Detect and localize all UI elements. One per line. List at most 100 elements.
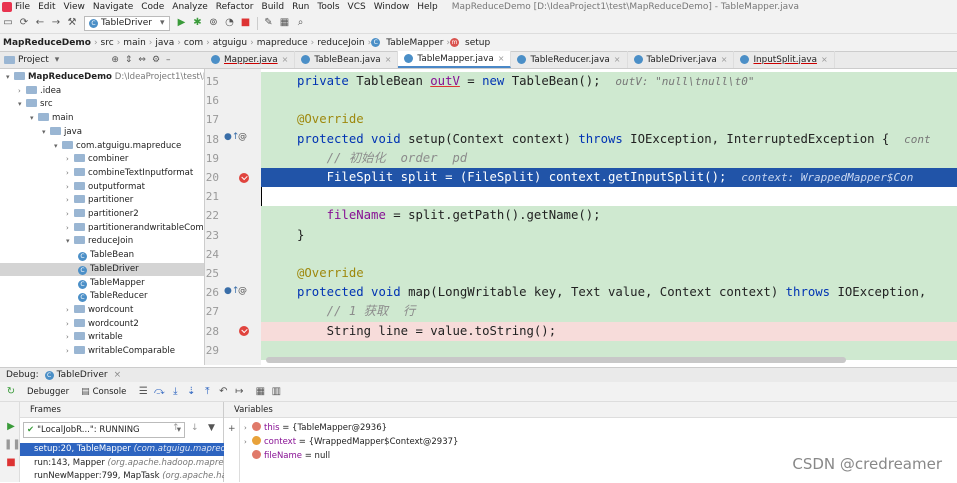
tree-item[interactable]: › partitioner	[0, 194, 133, 208]
stack-frame[interactable]: run:143, Mapper (org.apache.hadoop.mapre…	[20, 457, 234, 470]
thread-select[interactable]: ✔ "LocalJobR...": RUNNING ▾	[23, 422, 185, 438]
chevron-right-icon[interactable]: ›	[66, 345, 74, 359]
tree-item[interactable]: › writableComparable	[0, 345, 175, 359]
chevron-right-icon[interactable]: ›	[66, 181, 74, 195]
menu-run[interactable]: Run	[292, 2, 309, 12]
stack-frame[interactable]: setup:20, TableMapper (com.atguigu.mapre…	[20, 443, 241, 456]
stop-icon[interactable]: ■	[239, 16, 253, 30]
drop-frame-icon[interactable]: ↶	[216, 385, 230, 399]
tab-editor-file[interactable]: InputSplit.java ×	[734, 51, 835, 68]
chevron-right-icon[interactable]: ›	[244, 435, 252, 449]
save-all-icon[interactable]: ▭	[1, 16, 15, 30]
menu-refactor[interactable]: Refactor	[216, 2, 254, 12]
force-step-into-icon[interactable]: ⇣	[184, 385, 198, 399]
menu-code[interactable]: Code	[141, 2, 164, 12]
tab-editor-file[interactable]: TableDriver.java ×	[628, 51, 735, 68]
step-over-icon[interactable]: ⤼	[152, 385, 166, 399]
tree-item[interactable]: › .idea	[0, 85, 61, 99]
pause-icon[interactable]: ❚❚	[4, 438, 21, 452]
search-icon[interactable]: ⌕	[294, 16, 308, 30]
minimize-icon[interactable]: –	[166, 55, 171, 65]
tree-item[interactable]: ▾ src	[0, 98, 53, 112]
evaluate-icon[interactable]: ▦	[253, 385, 267, 399]
tree-item[interactable]: › wordcount2	[0, 318, 139, 332]
tab-editor-file[interactable]: TableReducer.java ×	[511, 51, 628, 68]
close-icon[interactable]: ×	[821, 55, 828, 64]
chevron-right-icon[interactable]: ›	[66, 167, 74, 181]
breadcrumb-tablemapper[interactable]: TableMapper	[386, 38, 443, 48]
menu-view[interactable]: View	[64, 2, 85, 12]
breadcrumb-com[interactable]: com	[184, 38, 203, 48]
breadcrumb-project[interactable]: MapReduceDemo	[3, 38, 91, 48]
locate-icon[interactable]: ⊕	[111, 55, 119, 65]
tree-item[interactable]: › writable	[0, 331, 123, 345]
chevron-right-icon[interactable]: ›	[66, 304, 74, 318]
run-to-cursor-icon[interactable]: ↦	[232, 385, 246, 399]
settings-wrench-icon[interactable]: ✎	[262, 16, 276, 30]
horizontal-scrollbar[interactable]	[266, 357, 846, 363]
run-icon[interactable]: ▶	[175, 16, 189, 30]
menu-file[interactable]: File	[15, 2, 30, 12]
tree-item[interactable]: ▾ reduceJoin	[0, 235, 133, 249]
tree-item[interactable]: › combiner	[0, 153, 128, 167]
breadcrumb-atguigu[interactable]: atguigu	[213, 38, 247, 48]
close-icon[interactable]: ×	[614, 55, 621, 64]
chevron-right-icon[interactable]: ›	[66, 318, 74, 332]
chevron-down-icon[interactable]: ▾	[30, 112, 38, 126]
code-editor[interactable]: private TableBean outV = new TableBean()…	[261, 69, 957, 365]
run-config-select[interactable]: C TableDriver ▾	[84, 15, 170, 31]
menu-help[interactable]: Help	[417, 2, 438, 12]
breadcrumb-main[interactable]: main	[123, 38, 146, 48]
back-icon[interactable]: ←	[33, 16, 47, 30]
menu-navigate[interactable]: Navigate	[93, 2, 133, 12]
chevron-right-icon[interactable]: ›	[18, 85, 26, 99]
project-panel-title[interactable]: Project	[18, 55, 49, 65]
tree-item[interactable]: › partitioner2	[0, 208, 139, 222]
resume-icon[interactable]: ▶	[4, 420, 18, 434]
chevron-down-icon[interactable]: ▾	[42, 126, 50, 140]
chevron-right-icon[interactable]: ›	[66, 153, 74, 167]
rerun-icon[interactable]: ↻	[4, 385, 18, 399]
breakpoint-icon[interactable]	[239, 173, 249, 183]
chevron-down-icon[interactable]: ▾	[6, 71, 14, 85]
tree-item[interactable]: C TableMapper	[0, 277, 145, 291]
tree-item[interactable]: C TableReducer	[0, 290, 148, 304]
variable-row[interactable]: fileName = null	[244, 449, 330, 463]
close-icon[interactable]: ×	[282, 55, 289, 64]
profile-icon[interactable]: ◔	[223, 16, 237, 30]
tab-editor-file[interactable]: TableBean.java ×	[295, 51, 399, 68]
menu-edit[interactable]: Edit	[38, 2, 55, 12]
tree-item[interactable]: C TableBean	[0, 249, 134, 263]
stack-frame[interactable]: runNewMapper:799, MapTask (org.apache.ha…	[20, 470, 237, 483]
tree-item[interactable]: › combineTextInputformat	[0, 167, 193, 181]
close-icon[interactable]: ×	[721, 55, 728, 64]
debug-icon[interactable]: ✱	[191, 16, 205, 30]
up-icon[interactable]: ↑	[172, 423, 180, 433]
tab-debugger[interactable]: Debugger	[27, 387, 69, 397]
variable-row[interactable]: › context = {WrappedMapper$Context@2937}	[244, 435, 458, 449]
menu-build[interactable]: Build	[262, 2, 285, 12]
breadcrumb-java[interactable]: java	[155, 38, 174, 48]
chevron-down-icon[interactable]: ▾	[18, 98, 26, 112]
build-hammer-icon[interactable]: ⚒	[65, 16, 79, 30]
chevron-down-icon[interactable]: ▾	[66, 235, 74, 249]
step-into-icon[interactable]: ⤓	[168, 385, 182, 399]
gear-icon[interactable]: ⚙	[152, 55, 160, 65]
layout-icon[interactable]: ▥	[269, 385, 283, 399]
tree-item[interactable]: ▾ java	[0, 126, 82, 140]
chevron-right-icon[interactable]: ›	[66, 222, 74, 236]
tree-item[interactable]: ▾ MapReduceDemo D:\IdeaProject1\test\M	[0, 71, 204, 85]
expand-icon[interactable]: ⇔	[138, 55, 146, 65]
down-icon[interactable]: ↓	[191, 423, 199, 433]
breadcrumb-setup[interactable]: setup	[465, 38, 490, 48]
close-icon[interactable]: ×	[114, 370, 122, 380]
chevron-right-icon[interactable]: ›	[244, 421, 252, 435]
chevron-right-icon[interactable]: ›	[66, 331, 74, 345]
tree-item[interactable]: C TableDriver	[0, 262, 204, 277]
coverage-icon[interactable]: ⊚	[207, 16, 221, 30]
add-icon[interactable]: +	[228, 424, 236, 434]
close-icon[interactable]: ×	[385, 55, 392, 64]
debug-config[interactable]: TableDriver	[57, 370, 108, 380]
variable-row[interactable]: › this = {TableMapper@2936}	[244, 421, 387, 435]
menu-analyze[interactable]: Analyze	[172, 2, 207, 12]
